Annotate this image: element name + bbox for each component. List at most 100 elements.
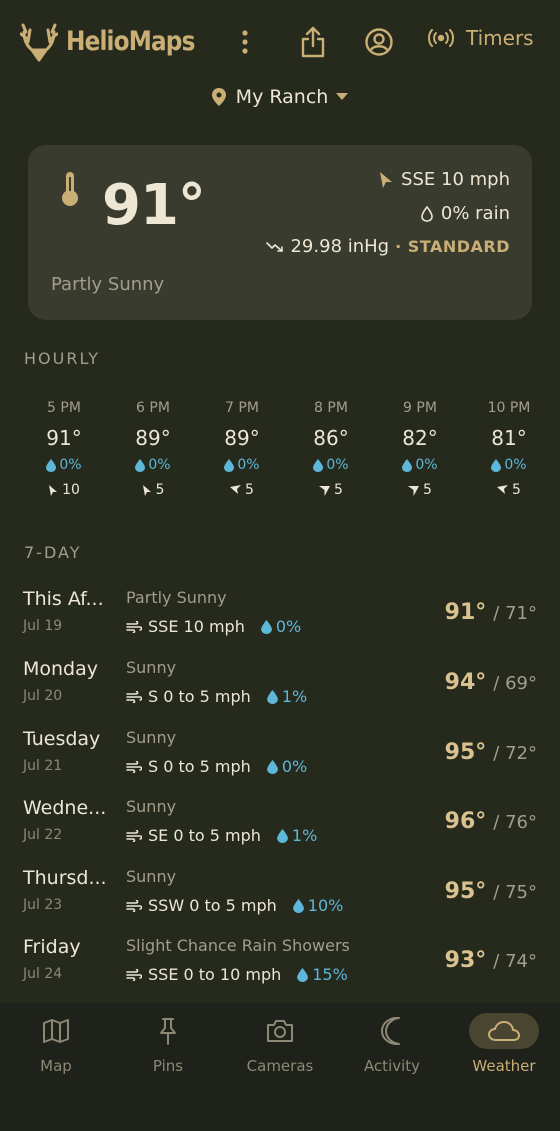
more-vertical-icon — [242, 30, 248, 54]
tab-weather[interactable]: Weather — [448, 1011, 560, 1085]
day-temps: 96° / 76° — [445, 809, 537, 834]
cloud-icon — [488, 1021, 520, 1041]
more-options-button[interactable] — [232, 24, 258, 60]
location-name: My Ranch — [235, 86, 329, 108]
daily-row[interactable]: Thursd... Jul 23 Sunny SSW 0 to 5 mph 10… — [0, 867, 560, 937]
day-rain: 10% — [307, 896, 344, 915]
day-wind: S 0 to 5 mph — [148, 687, 251, 706]
hourly-wind-value: 5 — [423, 482, 432, 498]
hourly-time: 6 PM — [136, 400, 170, 416]
daily-row[interactable]: Friday Jul 24 Slight Chance Rain Showers… — [0, 936, 560, 1006]
brand-name: HelioMaps — [66, 25, 195, 57]
hourly-rain: 0% — [113, 455, 193, 475]
raindrop-icon — [313, 458, 324, 472]
day-condition: Sunny — [126, 658, 177, 677]
hourly-temp: 86° — [313, 426, 349, 450]
trend-down-icon — [266, 241, 284, 252]
raindrop-icon — [266, 759, 278, 774]
day-date: Jul 23 — [23, 897, 63, 913]
day-condition: Sunny — [126, 867, 177, 886]
tab-pins[interactable]: Pins — [112, 1011, 224, 1085]
account-button[interactable] — [362, 24, 396, 60]
hourly-wind: 5 — [202, 480, 282, 500]
wind-direction-icon — [380, 171, 393, 188]
day-detail: S 0 to 5 mph 1% — [126, 687, 307, 706]
hourly-wind: 5 — [291, 480, 371, 500]
hourly-section-title: HOURLY — [24, 349, 101, 368]
raindrop-icon — [277, 828, 288, 843]
day-name: Friday — [23, 936, 81, 958]
raindrop-icon — [46, 458, 57, 472]
pressure-status: · STANDARD — [395, 237, 510, 256]
day-low: / 71° — [493, 603, 537, 624]
raindrop-icon — [402, 458, 413, 472]
day-high: 91° — [444, 600, 487, 625]
wind-direction-icon — [319, 485, 331, 496]
hourly-rain-value: 0% — [59, 457, 82, 473]
day-high: 96° — [444, 809, 487, 834]
tab-activity[interactable]: Activity — [336, 1011, 448, 1085]
hourly-temp: 91° — [46, 426, 82, 450]
tab-map[interactable]: Map — [0, 1011, 112, 1085]
day-high: 95° — [444, 740, 487, 765]
share-icon — [301, 26, 325, 58]
daily-row[interactable]: Wedne... Jul 22 Sunny SE 0 to 5 mph 1% 9… — [0, 797, 560, 867]
hourly-temp: 89° — [135, 426, 171, 450]
daily-row[interactable]: This Af... Jul 19 Partly Sunny SSE 10 mp… — [0, 588, 560, 658]
hourly-rain: 0% — [202, 455, 282, 475]
day-date: Jul 20 — [23, 688, 63, 704]
day-rain: 1% — [281, 687, 308, 706]
hourly-item: 7 PM 89° 0% 5 — [202, 400, 282, 500]
hourly-time: 7 PM — [225, 400, 259, 416]
wind-direction-icon — [142, 484, 151, 496]
hourly-wind-value: 5 — [334, 482, 343, 498]
current-conditions-card: 91° Partly Sunny SSE 10 mph 0% rain 29.9… — [28, 145, 532, 320]
hourly-item: 10 PM 81° 0% 5 — [469, 400, 549, 500]
hourly-wind: 5 — [469, 480, 549, 500]
current-rain-value: 0% rain — [440, 203, 510, 224]
day-date: Jul 19 — [23, 618, 63, 634]
hourly-item: 5 PM 91° 0% 10 — [24, 400, 104, 500]
day-wind: SSE 10 mph — [148, 617, 245, 636]
account-icon — [365, 28, 393, 56]
day-detail: SSE 0 to 10 mph 15% — [126, 965, 348, 984]
hourly-item: 8 PM 86° 0% 5 — [291, 400, 371, 500]
day-wind: SSW 0 to 5 mph — [148, 896, 277, 915]
day-date: Jul 22 — [23, 827, 63, 843]
day-high: 94° — [444, 670, 487, 695]
location-selector[interactable]: My Ranch — [211, 86, 349, 108]
raindrop-outline-icon — [421, 205, 433, 222]
hourly-wind-value: 5 — [155, 482, 165, 498]
active-tab-indicator — [469, 1013, 539, 1049]
share-button[interactable] — [296, 24, 330, 60]
hourly-wind-value: 5 — [245, 482, 254, 498]
hourly-wind: 10 — [24, 480, 104, 500]
current-pressure: 29.98 inHg · STANDARD — [266, 236, 510, 257]
pin-icon — [160, 1018, 176, 1045]
day-temps: 95° / 75° — [445, 879, 537, 904]
raindrop-icon — [297, 967, 309, 982]
hourly-rain: 0% — [380, 455, 460, 475]
daily-row[interactable]: Tuesday Jul 21 Sunny S 0 to 5 mph 0% 95°… — [0, 728, 560, 798]
hourly-temp: 89° — [224, 426, 260, 450]
map-icon — [43, 1019, 69, 1043]
day-date: Jul 21 — [23, 758, 63, 774]
daily-row[interactable]: Monday Jul 20 Sunny S 0 to 5 mph 1% 94° … — [0, 658, 560, 728]
raindrop-icon — [292, 898, 304, 913]
timers-button[interactable]: Timers — [428, 26, 534, 50]
tab-cameras[interactable]: Cameras — [224, 1011, 336, 1085]
day-detail: S 0 to 5 mph 0% — [126, 757, 307, 776]
thermometer-icon — [62, 172, 78, 206]
tab-label: Map — [40, 1057, 72, 1075]
wind-direction-icon — [408, 485, 420, 496]
hourly-rain-value: 0% — [326, 457, 349, 473]
location-pin-icon — [211, 88, 226, 106]
app-logo[interactable]: HelioMaps — [20, 20, 215, 62]
broadcast-icon — [428, 29, 454, 47]
day-rain: 0% — [275, 617, 302, 636]
day-temps: 95° / 72° — [445, 740, 537, 765]
wind-direction-icon — [497, 484, 509, 494]
raindrop-icon — [224, 458, 235, 472]
wind-direction-icon — [230, 484, 242, 494]
hourly-temp: 82° — [402, 426, 438, 450]
